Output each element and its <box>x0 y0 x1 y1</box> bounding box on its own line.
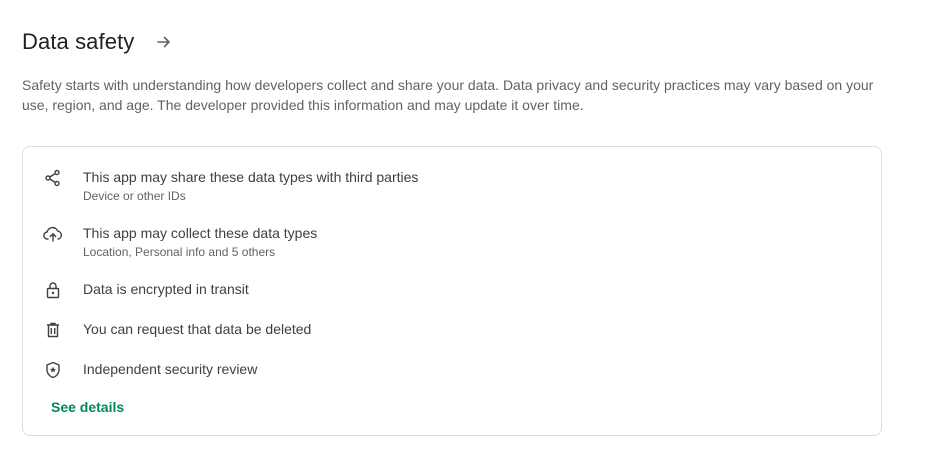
list-item-encrypted: Data is encrypted in transit <box>43 280 249 300</box>
cloud-upload-icon <box>43 224 63 244</box>
arrow-right-icon[interactable] <box>154 32 174 52</box>
list-item-share: This app may share these data types with… <box>43 168 418 204</box>
item-label: This app may collect these data types <box>83 225 318 241</box>
trash-icon <box>43 320 63 340</box>
item-label: Data is encrypted in transit <box>83 281 249 297</box>
item-label: This app may share these data types with… <box>83 169 419 185</box>
item-sublabel: Location, Personal info and 5 others <box>83 245 276 259</box>
data-safety-card: This app may share these data types with… <box>22 146 882 436</box>
list-item-security-review: Independent security review <box>43 360 257 380</box>
item-label: Independent security review <box>83 361 258 377</box>
section-intro: Safety starts with understanding how dev… <box>22 77 874 113</box>
item-sublabel: Device or other IDs <box>83 189 186 203</box>
shield-star-icon <box>43 360 63 380</box>
share-icon <box>43 168 63 188</box>
list-item-collect: This app may collect these data types Lo… <box>43 224 317 260</box>
item-label: You can request that data be deleted <box>83 321 312 337</box>
lock-icon <box>43 280 63 300</box>
data-safety-page: Data safety Safety starts with understan… <box>0 0 940 460</box>
section-header: Data safety <box>22 28 174 56</box>
see-details-link[interactable]: See details <box>51 399 124 415</box>
list-item-deletion: You can request that data be deleted <box>43 320 311 340</box>
section-title: Data safety <box>22 29 135 54</box>
